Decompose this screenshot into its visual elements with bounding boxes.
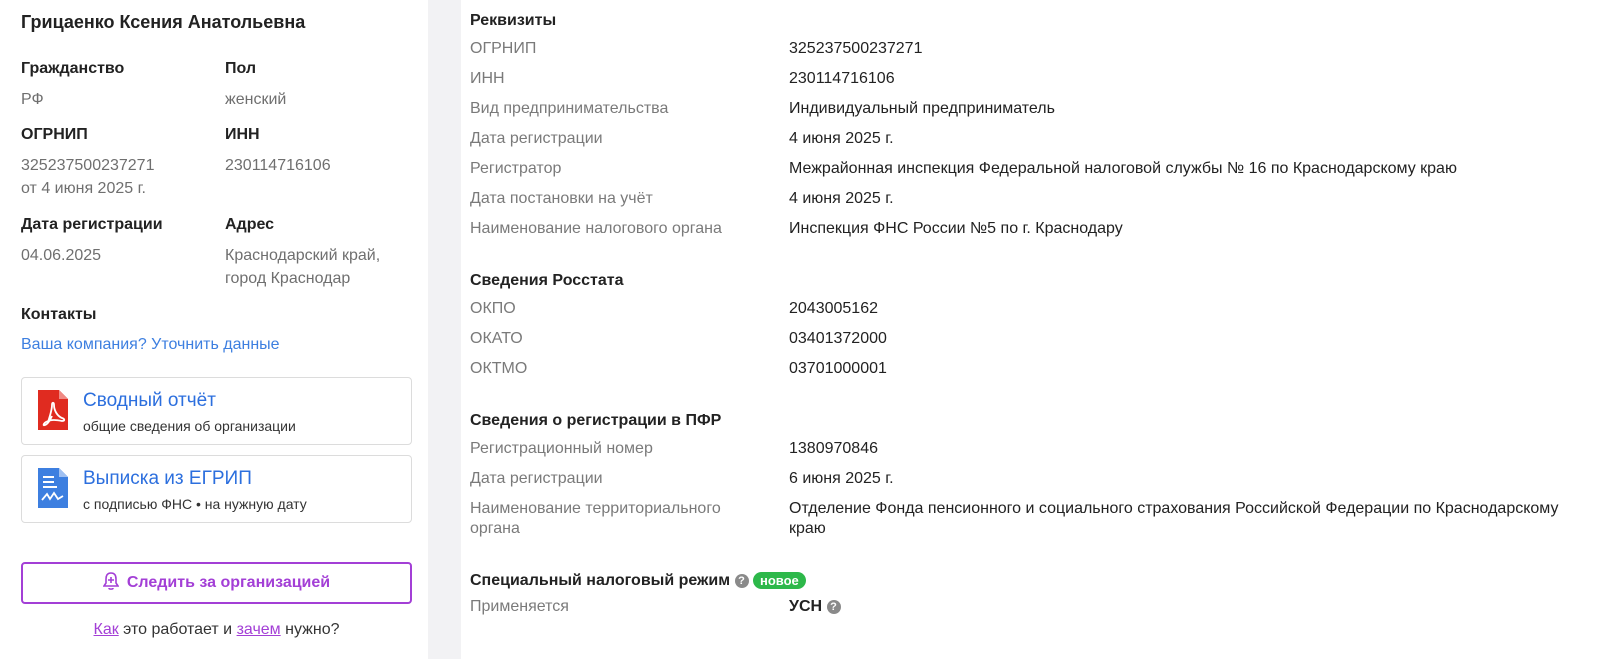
why-link[interactable]: зачем xyxy=(237,621,281,638)
summary-report-card[interactable]: Сводный отчёт общие сведения об организа… xyxy=(21,377,412,445)
req-key: Вид предпринимательства xyxy=(470,100,669,117)
summary-report-title: Сводный отчёт xyxy=(83,390,216,411)
regdate-label: Дата регистрации xyxy=(21,216,163,233)
how-it-works-line: Как это работает и зачем нужно? xyxy=(21,621,412,639)
req-key: Наименование налогового органа xyxy=(470,220,722,237)
req-key: ИНН xyxy=(470,70,505,87)
requisites-title: Реквизиты xyxy=(470,12,557,29)
follow-organization-button[interactable]: Следить за организацией xyxy=(21,562,412,604)
person-name: Грицаенко Ксения Анатольевна xyxy=(21,12,306,32)
question-icon[interactable]: ? xyxy=(734,573,749,588)
rosstat-key: ОКТМО xyxy=(470,360,528,377)
rosstat-title: Сведения Росстата xyxy=(470,272,624,289)
req-value: Инспекция ФНС России №5 по г. Краснодару xyxy=(789,220,1123,237)
requisites-panel: Реквизиты ОГРНИП 325237500237271 ИНН 230… xyxy=(461,0,1600,659)
req-value: Межрайонная инспекция Федеральной налого… xyxy=(789,160,1457,177)
ogrnip-date: от 4 июня 2025 г. xyxy=(21,180,146,197)
ogrnip-value: 325237500237271 xyxy=(21,157,155,174)
pfr-key: Наименование территориального органа xyxy=(470,500,721,537)
tax-regime-title: Специальный налоговый режим xyxy=(470,572,731,589)
company-summary-panel: Грицаенко Ксения Анатольевна Гражданство… xyxy=(0,0,428,659)
address-label: Адрес xyxy=(225,216,275,233)
sex-label: Пол xyxy=(225,60,257,77)
how-end-text: нужно? xyxy=(280,621,340,638)
document-icon xyxy=(38,468,68,513)
address-line-2: город Краснодар xyxy=(225,270,351,287)
how-link[interactable]: Как xyxy=(94,621,119,638)
req-value: Индивидуальный предприниматель xyxy=(789,100,1055,117)
rosstat-key: ОКПО xyxy=(470,300,516,317)
contacts-label: Контакты xyxy=(21,306,97,323)
pfr-value: 6 июня 2025 г. xyxy=(789,470,894,487)
address-line-1: Краснодарский край, xyxy=(225,247,381,264)
req-value: 4 июня 2025 г. xyxy=(789,130,894,147)
req-value: 230114716106 xyxy=(789,70,895,87)
inn-label: ИНН xyxy=(225,126,260,143)
pdf-icon xyxy=(38,390,68,435)
follow-organization-label: Следить за организацией xyxy=(126,574,331,591)
clarify-data-link[interactable]: Ваша компания? Уточнить данные xyxy=(21,336,280,354)
bell-plus-icon xyxy=(102,571,120,595)
req-key: Регистратор xyxy=(470,160,562,177)
citizenship-label: Гражданство xyxy=(21,60,125,77)
pfr-title: Сведения о регистрации в ПФР xyxy=(470,412,722,429)
req-key: Дата постановки на учёт xyxy=(470,190,653,207)
tax-regime-title-row: Специальный налоговый режим ? новое xyxy=(470,572,806,590)
pfr-value: Отделение Фонда пенсионного и социальног… xyxy=(789,500,1559,537)
regdate-value: 04.06.2025 xyxy=(21,247,102,264)
how-mid-text: это работает и xyxy=(118,621,237,638)
inn-value: 230114716106 xyxy=(225,157,331,174)
summary-report-subtitle: общие сведения об организации xyxy=(83,418,296,434)
rosstat-value: 03701000001 xyxy=(789,360,887,377)
tax-regime-key: Применяется xyxy=(470,598,569,615)
tax-regime-value: УСН xyxy=(789,598,823,615)
sex-value: женский xyxy=(225,91,287,108)
req-key: ОГРНИП xyxy=(470,40,537,57)
tax-regime-value-row: УСН ? xyxy=(789,598,841,616)
pfr-value: 1380970846 xyxy=(789,440,878,457)
egrip-extract-title: Выписка из ЕГРИП xyxy=(83,468,252,489)
new-badge: новое xyxy=(752,572,806,590)
pfr-key: Дата регистрации xyxy=(470,470,603,487)
ogrnip-label: ОГРНИП xyxy=(21,126,88,143)
egrip-extract-card[interactable]: Выписка из ЕГРИП с подписью ФНС • на нуж… xyxy=(21,455,412,523)
egrip-extract-subtitle: с подписью ФНС • на нужную дату xyxy=(83,496,307,512)
rosstat-value: 03401372000 xyxy=(789,330,887,347)
citizenship-value: РФ xyxy=(21,91,44,108)
rosstat-value: 2043005162 xyxy=(789,300,878,317)
question-icon[interactable]: ? xyxy=(826,599,841,614)
rosstat-key: ОКАТО xyxy=(470,330,523,347)
pfr-key: Регистрационный номер xyxy=(470,440,653,457)
req-key: Дата регистрации xyxy=(470,130,603,147)
req-value: 4 июня 2025 г. xyxy=(789,190,894,207)
req-value: 325237500237271 xyxy=(789,40,923,57)
